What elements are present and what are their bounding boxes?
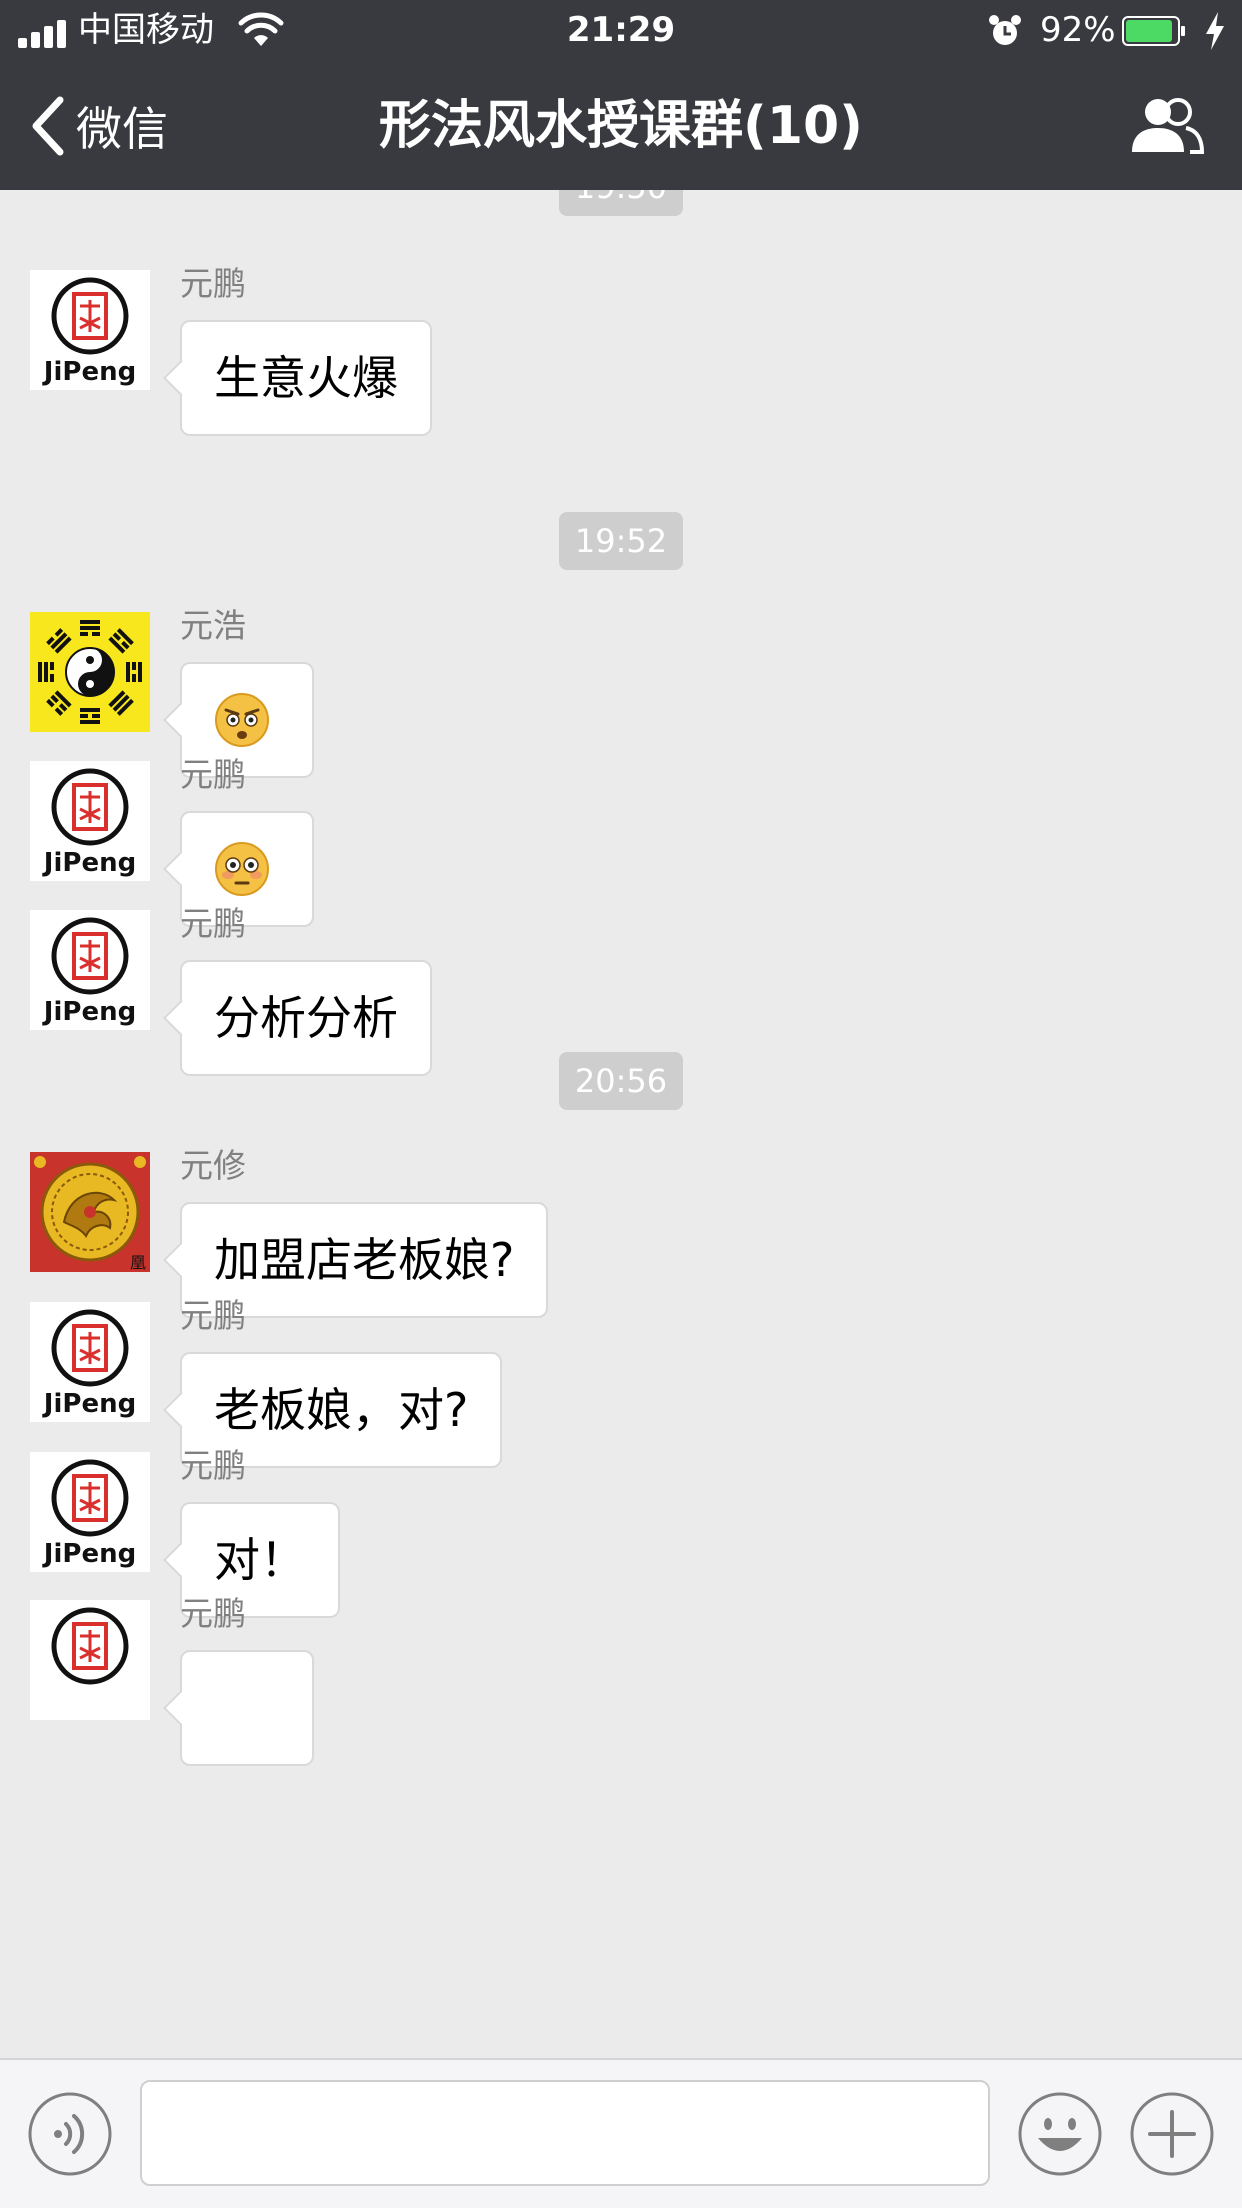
chat-title: 形法风水授课群(10): [379, 96, 863, 156]
svg-text:凰: 凰: [130, 1253, 146, 1272]
group-members-icon[interactable]: [1128, 96, 1204, 158]
avatar[interactable]: JiPeng: [30, 270, 150, 390]
svg-text:JiPeng: JiPeng: [42, 357, 136, 387]
svg-text:JiPeng: JiPeng: [42, 848, 136, 878]
timestamp-badge: 20:56: [0, 1052, 1242, 1110]
dragon-phoenix-emblem-avatar: 凰: [30, 1152, 150, 1272]
jipeng-logo-avatar: [30, 1600, 150, 1720]
sender-name: 元鹏: [180, 264, 246, 303]
sender-name: 元鹏: [180, 904, 246, 943]
voice-icon[interactable]: [28, 2092, 112, 2176]
avatar[interactable]: JiPeng: [30, 910, 150, 1030]
sender-name: 元鹏: [180, 755, 246, 794]
input-bar: [0, 2058, 1242, 2208]
plus-icon[interactable]: [1130, 2092, 1214, 2176]
sender-name: 元鹏: [180, 1446, 246, 1485]
status-bar: 中国移动 21:29 92%: [0, 0, 1242, 62]
battery-icon: [1122, 16, 1185, 46]
angry-face-emoji-icon: [215, 693, 269, 747]
message-input[interactable]: [140, 2080, 990, 2186]
sender-name: 元鹏: [180, 1296, 246, 1335]
jipeng-logo-avatar: JiPeng: [30, 270, 150, 390]
timestamp-badge: 19:50: [0, 190, 1242, 216]
timestamp-badge: 19:52: [0, 512, 1242, 570]
avatar[interactable]: JiPeng: [30, 1302, 150, 1422]
sender-name: 元浩: [180, 606, 246, 645]
nav-bar: 微信 形法风水授课群(10): [0, 62, 1242, 190]
yin-yang-bagua-avatar: [30, 612, 150, 732]
battery-percent: 92%: [1040, 10, 1116, 50]
avatar[interactable]: [30, 1600, 150, 1720]
avatar[interactable]: 凰: [30, 1152, 150, 1272]
svg-text:JiPeng: JiPeng: [42, 997, 136, 1027]
message-bubble[interactable]: 生意火爆: [180, 320, 432, 436]
svg-text:JiPeng: JiPeng: [42, 1539, 136, 1569]
svg-text:JiPeng: JiPeng: [42, 1389, 136, 1419]
message-bubble[interactable]: [180, 1650, 314, 1766]
flushed-face-emoji-icon: [215, 842, 269, 896]
chat-message-list[interactable]: 19:50 JiPeng 元鹏 生意火爆 19:52: [0, 190, 1242, 2058]
avatar[interactable]: JiPeng: [30, 1452, 150, 1572]
jipeng-logo-avatar: JiPeng: [30, 1302, 150, 1422]
header: 中国移动 21:29 92% 微信 形法风水授课群(10): [0, 0, 1242, 190]
jipeng-logo-avatar: JiPeng: [30, 761, 150, 881]
jipeng-logo-avatar: JiPeng: [30, 910, 150, 1030]
sender-name: 元修: [180, 1146, 246, 1185]
emoji-icon[interactable]: [1018, 2092, 1102, 2176]
alarm-icon: [989, 15, 1021, 45]
jipeng-logo-avatar: JiPeng: [30, 1452, 150, 1572]
avatar[interactable]: [30, 612, 150, 732]
avatar[interactable]: JiPeng: [30, 761, 150, 881]
sender-name: 元鹏: [180, 1594, 246, 1633]
charging-icon: [1206, 12, 1224, 50]
